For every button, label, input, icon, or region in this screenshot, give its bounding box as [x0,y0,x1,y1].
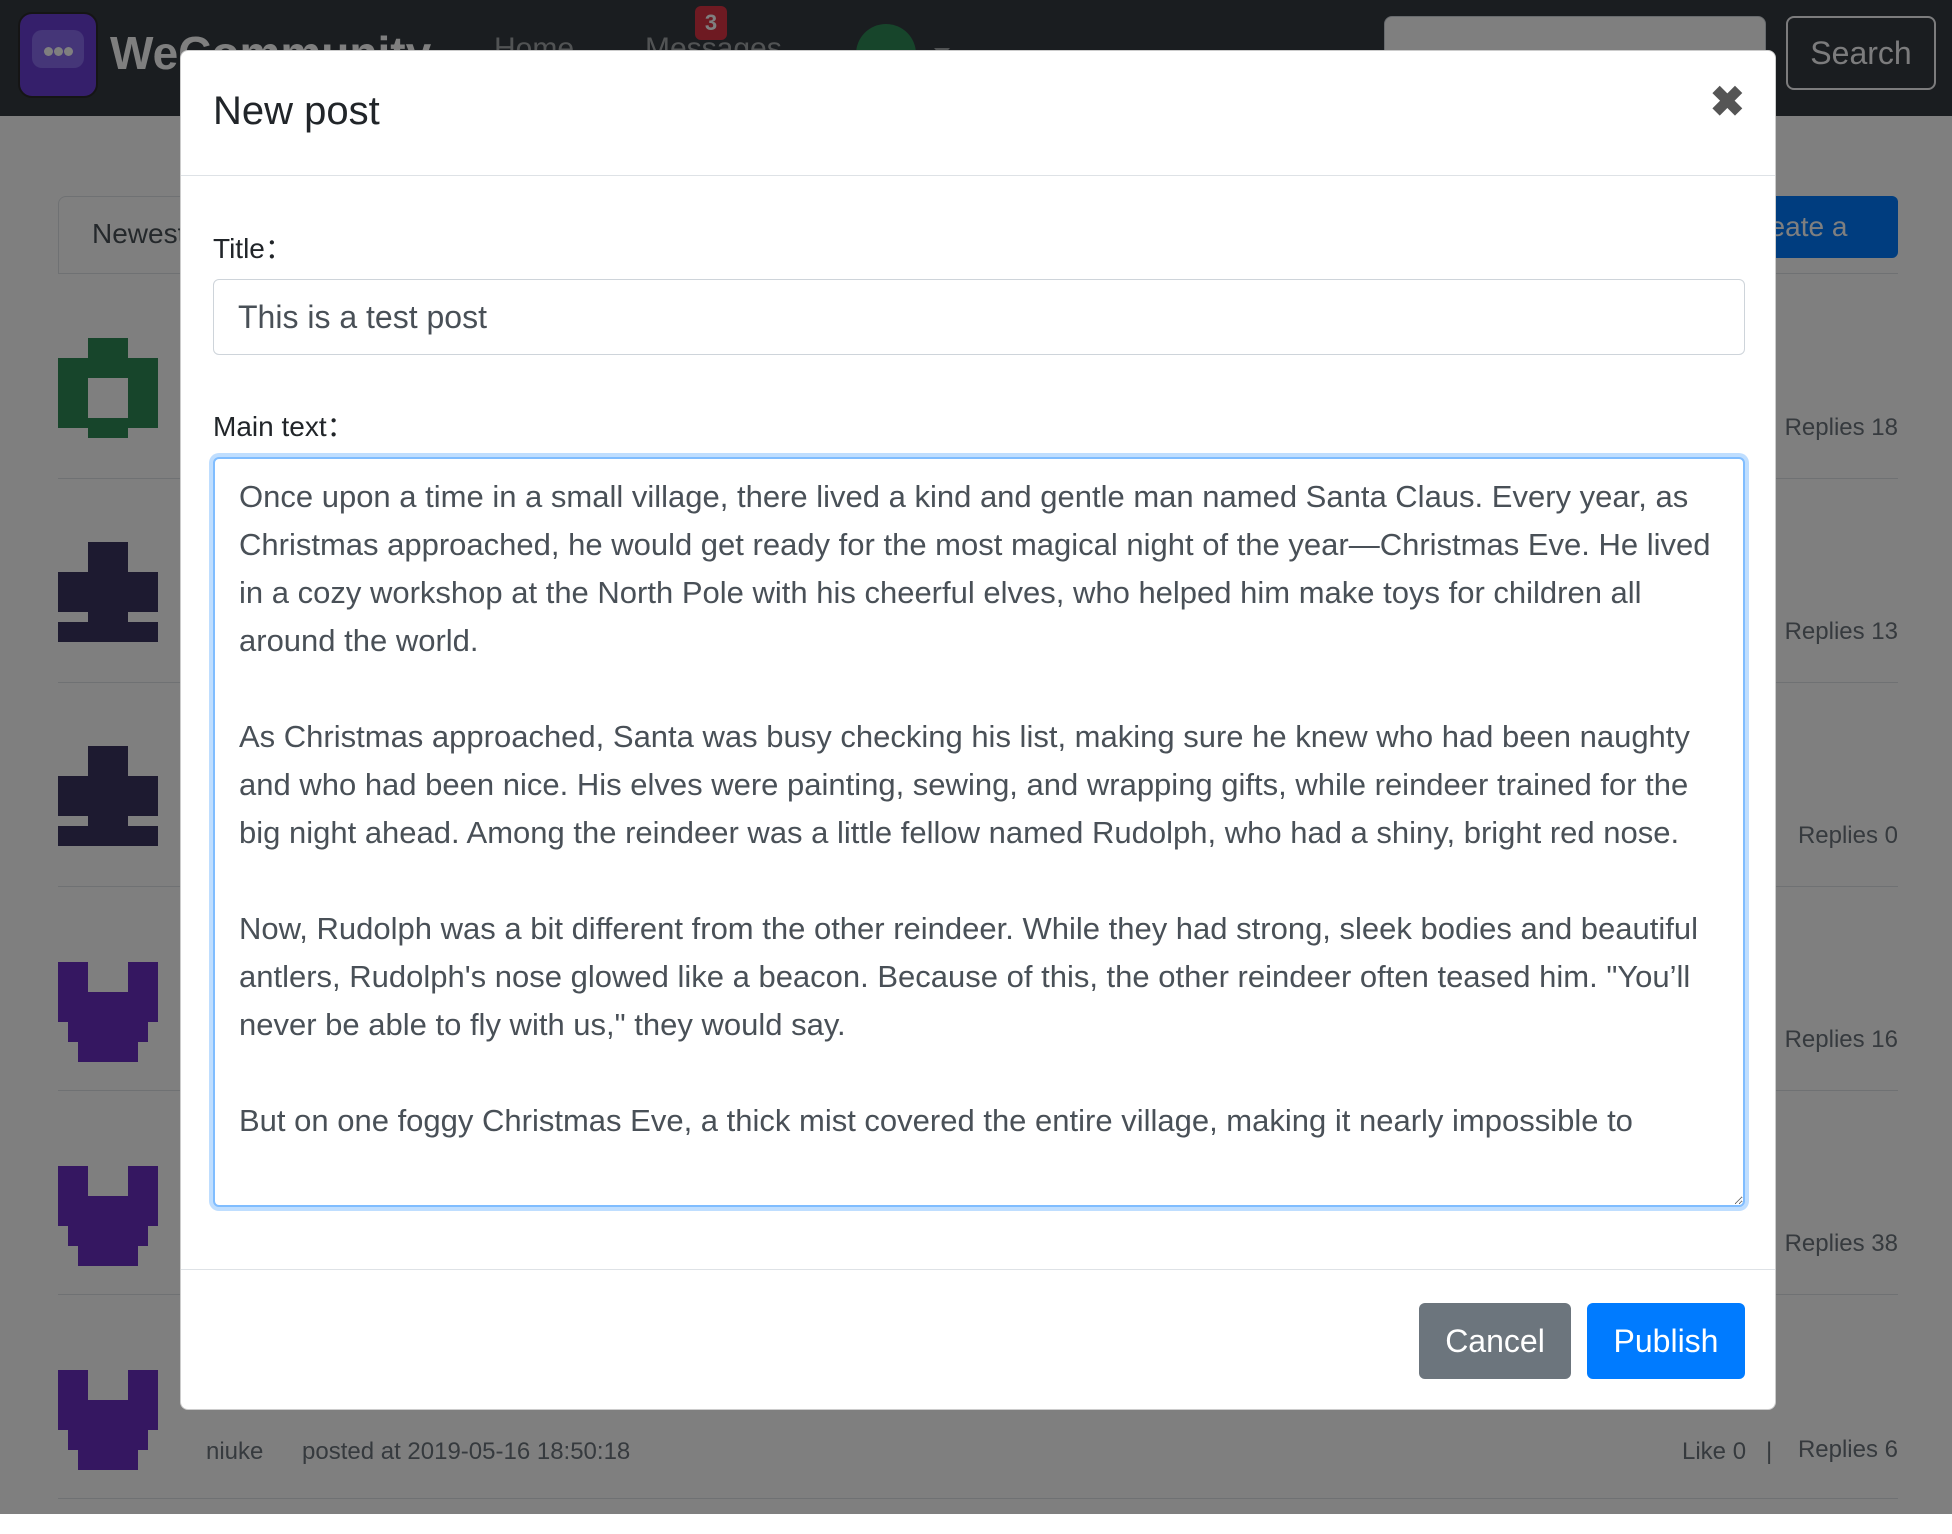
title-label: Title： [213,233,293,264]
cancel-button[interactable]: Cancel [1419,1303,1571,1379]
title-field[interactable] [213,279,1745,355]
modal-header: New post ✖ [181,51,1775,176]
modal-title: New post [213,89,380,133]
new-post-dialog: New post ✖ Title： Main text： Once upon a… [180,50,1776,1410]
close-icon[interactable]: ✖ [1710,81,1745,123]
main-text-field[interactable]: Once upon a time in a small village, the… [213,457,1745,1207]
modal-footer-divider [181,1269,1775,1270]
publish-button[interactable]: Publish [1587,1303,1745,1379]
main-text-label: Main text： [213,411,355,442]
